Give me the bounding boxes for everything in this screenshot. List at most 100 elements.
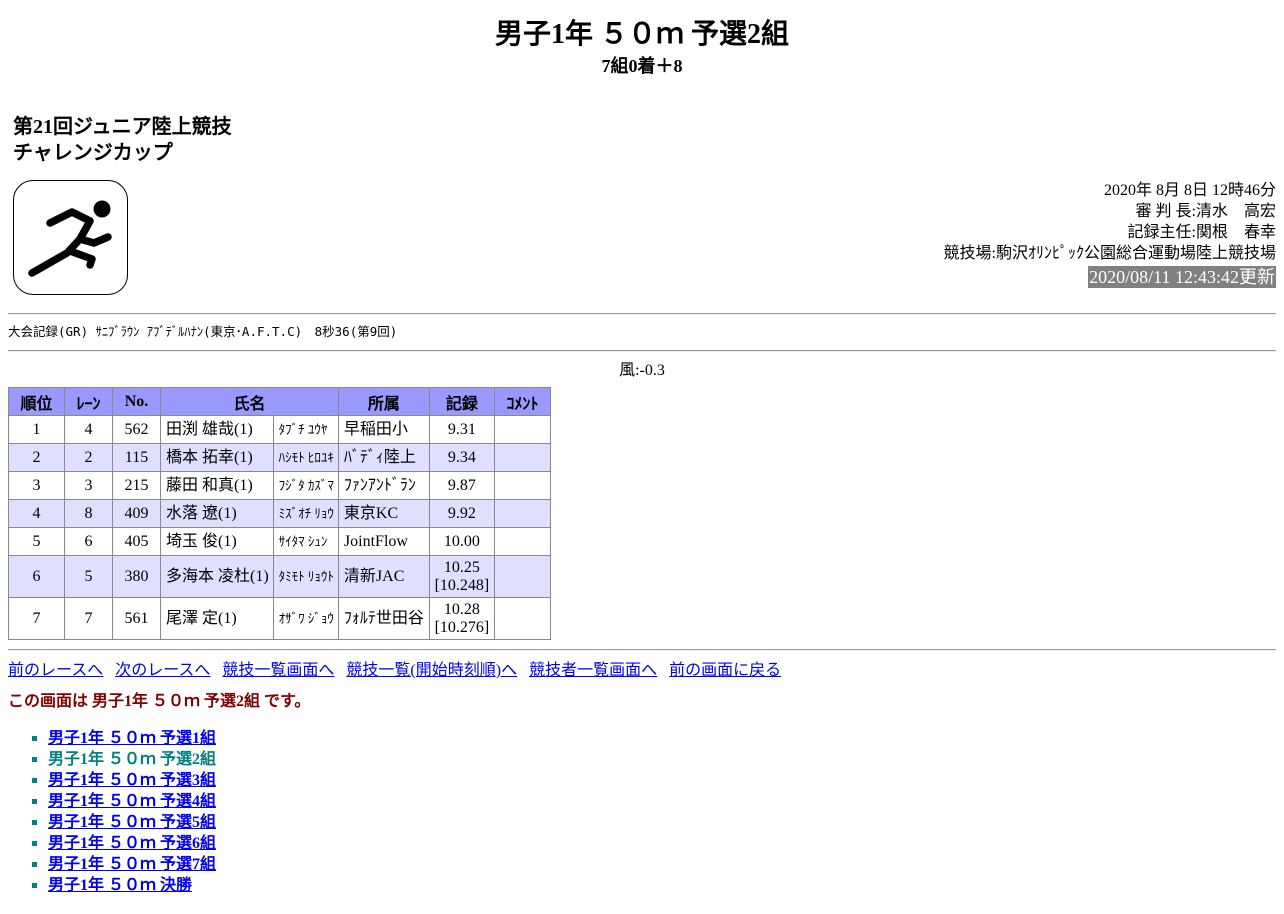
table-row: 4 8 409 水落 遼(1) ﾐｽﾞｵﾁ ﾘｮｳ 東京KC 9.92: [8, 499, 551, 528]
col-club: 所属: [337, 387, 430, 416]
club-cell: 清新JAC: [337, 555, 430, 598]
bib-number-cell: 409: [112, 499, 161, 528]
referee: 審 判 長:清水 高宏: [1135, 203, 1276, 220]
meet-record: 大会記録(GR) ｻﾆﾌﾞﾗｳﾝ ｱﾌﾞﾃﾞﾙﾊﾅﾝ(東京･A.F.T.C) 8…: [8, 324, 398, 339]
nav-link[interactable]: 次のレースへ: [115, 662, 210, 679]
comment-cell: [493, 415, 551, 444]
lane-cell: 5: [64, 555, 113, 598]
lane-cell: 4: [64, 415, 113, 444]
comment-cell: [493, 555, 551, 598]
race-link[interactable]: 男子1年 ５０ｍ 予選1組: [48, 730, 216, 747]
lane-cell: 3: [64, 471, 113, 500]
nav-link[interactable]: 前の画面に戻る: [669, 662, 781, 679]
lane-cell: 7: [64, 597, 113, 640]
nav-link[interactable]: 競技一覧(開始時刻順)へ: [346, 662, 517, 679]
rank-cell: 5: [8, 527, 65, 556]
race-list-item: 男子1年 ５０ｍ 予選7組: [32, 854, 1276, 875]
athlete-name-cell: 多海本 凌杜(1): [160, 555, 274, 598]
race-header: 男子1年 ５０ｍ 予選2組 7組0着＋8: [8, 0, 1276, 78]
col-comment: ｺﾒﾝﾄ: [493, 387, 551, 416]
rank-cell: 3: [8, 471, 65, 500]
time-cell: 9.92: [428, 499, 495, 528]
rank-cell: 6: [8, 555, 65, 598]
updated-timestamp: 2020/08/11 12:43:42更新: [1088, 266, 1276, 288]
rank-cell: 4: [8, 499, 65, 528]
page-title: 男子1年 ５０ｍ 予選2組: [494, 19, 789, 50]
rank-cell: 7: [8, 597, 65, 640]
nav-link[interactable]: 競技者一覧画面へ: [529, 662, 657, 679]
time-detail: [10.276]: [434, 618, 490, 636]
comment-cell: [493, 597, 551, 640]
lane-cell: 8: [64, 499, 113, 528]
club-cell: 早稲田小: [337, 415, 430, 444]
divider: [8, 350, 1276, 352]
bib-number-cell: 215: [112, 471, 161, 500]
nav-link[interactable]: 競技一覧画面へ: [222, 662, 334, 679]
col-rank: 順位: [8, 387, 65, 416]
race-datetime: 2020年 8月 8日 12時46分: [1103, 182, 1276, 199]
athlete-name-cell: 橋本 拓幸(1): [160, 443, 274, 472]
race-link[interactable]: 男子1年 ５０ｍ 予選5組: [48, 814, 216, 831]
nav-link[interactable]: 前のレースへ: [8, 662, 103, 679]
time-cell: 9.31: [428, 415, 495, 444]
table-row: 1 4 562 田渕 雄哉(1) ﾀﾌﾞﾁ ﾕｳﾔ 早稲田小 9.31: [8, 415, 551, 444]
race-info: 2020年 8月 8日 12時46分 審 判 長:清水 高宏 記録主任:関根 春…: [944, 180, 1276, 289]
meet-name-line1: 第21回ジュニア陸上競技: [13, 116, 232, 138]
comment-cell: [493, 499, 551, 528]
athlete-name-cell: 藤田 和真(1): [160, 471, 274, 500]
race-list: 男子1年 ５０ｍ 予選1組 男子1年 ５０ｍ 予選2組 男子1年 ５０ｍ 予選3組男…: [8, 728, 1276, 896]
club-cell: JointFlow: [337, 527, 430, 556]
club-cell: ﾊﾞﾃﾞｨ陸上: [337, 443, 430, 472]
venue: 競技場:駒沢ｵﾘﾝﾋﾟｯｸ公園総合運動場陸上競技場: [943, 245, 1276, 262]
athlete-kana-cell: ﾌｼﾞﾀ ｶｽﾞﾏ: [272, 471, 339, 500]
nav-links: 前のレースへ 次のレースへ 競技一覧画面へ 競技一覧(開始時刻順)へ 競技者一覧画面へ前…: [8, 661, 1276, 681]
race-link[interactable]: 男子1年 ５０ｍ 予選6組: [48, 835, 216, 852]
athlete-kana-cell: ﾊｼﾓﾄ ﾋﾛﾕｷ: [272, 443, 339, 472]
rank-cell: 2: [8, 443, 65, 472]
race-link[interactable]: 男子1年 ５０ｍ 予選3組: [48, 772, 216, 789]
race-link[interactable]: 男子1年 ５０ｍ 予選4組: [48, 793, 216, 810]
bib-number-cell: 562: [112, 415, 161, 444]
rank-cell: 1: [8, 415, 65, 444]
col-lane: ﾚｰﾝ: [64, 387, 113, 416]
club-cell: 東京KC: [337, 499, 430, 528]
bib-number-cell: 380: [112, 555, 161, 598]
race-list-item: 男子1年 ５０ｍ 決勝: [32, 875, 1276, 896]
athlete-name-cell: 埼玉 俊(1): [160, 527, 274, 556]
table-row: 6 5 380 多海本 凌杜(1) ﾀﾐﾓﾄ ﾘｮｳﾄ 清新JAC 10.25 [10.248…: [8, 555, 551, 598]
race-list-item: 男子1年 ５０ｍ 予選4組: [32, 791, 1276, 812]
time-value: 10.00: [443, 532, 480, 550]
comment-cell: [493, 443, 551, 472]
time-cell: 9.34: [428, 443, 495, 472]
race-format: 7組0着＋8: [601, 56, 683, 76]
bib-number-cell: 115: [112, 443, 161, 472]
athlete-kana-cell: ﾐｽﾞｵﾁ ﾘｮｳ: [272, 499, 339, 528]
wind-reading: 風:-0.3: [619, 362, 665, 379]
chief-recorder: 記録主任:関根 春幸: [1127, 224, 1276, 241]
time-value: 9.87: [447, 476, 476, 494]
meet-name: 第21回ジュニア陸上競技 チャレンジカップ: [13, 114, 1276, 166]
time-value: 10.28: [443, 600, 480, 618]
race-link[interactable]: 男子1年 ５０ｍ 予選7組: [48, 856, 216, 873]
time-value: 9.31: [447, 420, 476, 438]
lane-cell: 6: [64, 527, 113, 556]
athlete-name-cell: 尾澤 定(1): [160, 597, 274, 640]
time-cell: 10.28 [10.276]: [428, 597, 495, 640]
race-list-item: 男子1年 ５０ｍ 予選3組: [32, 770, 1276, 791]
table-row: 7 7 561 尾澤 定(1) ｵｻﾞﾜ ｼﾞｮｳ ﾌｫﾙﾃ世田谷 10.28 [10.276…: [8, 597, 551, 640]
race-list-item: 男子1年 ５０ｍ 予選5組: [32, 812, 1276, 833]
club-cell: ﾌｧﾝｱﾝﾄﾞﾗﾝ: [337, 471, 430, 500]
table-row: 2 2 115 橋本 拓幸(1) ﾊｼﾓﾄ ﾋﾛﾕｷ ﾊﾞﾃﾞｨ陸上 9.34: [8, 443, 551, 472]
time-value: 9.34: [447, 448, 476, 466]
bib-number-cell: 405: [112, 527, 161, 556]
athlete-name-cell: 水落 遼(1): [160, 499, 274, 528]
table-row: 5 6 405 埼玉 俊(1) ｻｲﾀﾏ ｼｭﾝ JointFlow 10.00: [8, 527, 551, 556]
race-list-item: 男子1年 ５０ｍ 予選6組: [32, 833, 1276, 854]
race-link[interactable]: 男子1年 ５０ｍ 決勝: [48, 877, 192, 894]
results-table: 順位 ﾚｰﾝ No. 氏名 所属 記録 ｺﾒﾝﾄ 1 4 562 田渕 雄哉(1) ﾀﾌ…: [8, 387, 551, 640]
results-body: 1 4 562 田渕 雄哉(1) ﾀﾌﾞﾁ ﾕｳﾔ 早稲田小 9.31 2 2 115 橋本 拓幸(…: [8, 415, 551, 640]
divider: [8, 649, 1276, 651]
club-cell: ﾌｫﾙﾃ世田谷: [337, 597, 430, 640]
runner-pictogram-icon: [13, 180, 128, 295]
athlete-kana-cell: ﾀﾌﾞﾁ ﾕｳﾔ: [272, 415, 339, 444]
